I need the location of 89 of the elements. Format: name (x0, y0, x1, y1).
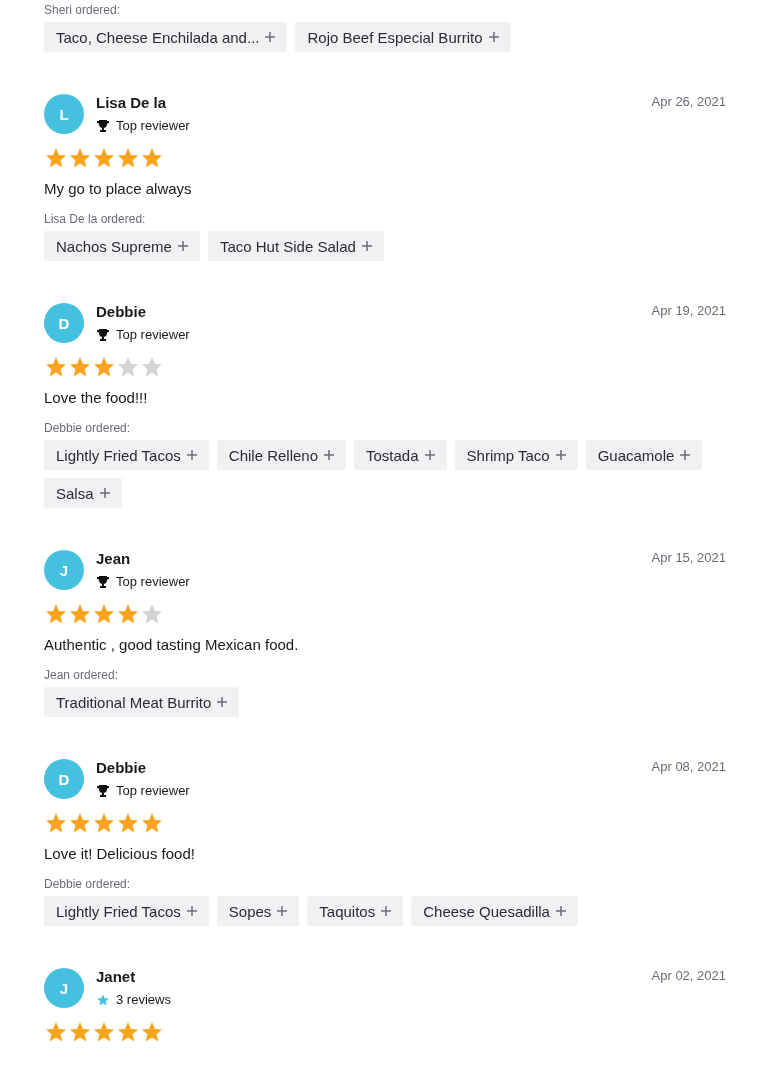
star-icon (92, 811, 116, 835)
star-icon (116, 355, 140, 379)
reviewer-status-label: Top reviewer (116, 574, 190, 589)
star-icon (140, 146, 164, 170)
reviewer-status-label: Top reviewer (116, 327, 190, 342)
review-text: Love it! Delicious food! (44, 845, 196, 862)
reviewer-name: Debbie (96, 759, 147, 777)
menu-item-chip[interactable]: Tostada (354, 440, 447, 470)
menu-item-chip[interactable]: Guacamole (585, 440, 703, 470)
plus-icon (99, 488, 110, 498)
menu-item-chip[interactable]: Chile Relleno (216, 440, 346, 470)
plus-icon (186, 450, 197, 460)
star-icon (68, 355, 92, 379)
avatar: L (44, 94, 84, 134)
star-icon (44, 1020, 68, 1044)
menu-item-chip[interactable]: Nachos Supreme (44, 231, 200, 261)
avatar: D (44, 759, 84, 799)
plus-icon (381, 906, 392, 916)
star-icon (44, 602, 68, 626)
plus-icon (217, 697, 228, 707)
review-date: Apr 26, 2021 (651, 94, 726, 109)
plus-icon (680, 450, 691, 460)
menu-item-chip[interactable]: Shrimp Taco (454, 440, 578, 470)
menu-item-chip[interactable]: Sopes (216, 896, 300, 926)
ordered-label: Debbie ordered: (44, 420, 131, 436)
plus-icon (361, 241, 372, 251)
review-date: Apr 15, 2021 (651, 550, 726, 565)
star-icon (44, 811, 68, 835)
star-icon (116, 1020, 140, 1044)
review-text: Love the food!!! (44, 389, 149, 406)
plus-icon (488, 32, 499, 42)
reviewer-status-label: 3 reviews (116, 992, 171, 1007)
plus-icon (324, 450, 334, 460)
star-icon (140, 811, 164, 835)
menu-item-chip[interactable]: Taco Hut Side Salad (207, 231, 384, 261)
reviewer-name: Debbie (96, 303, 147, 321)
plus-icon (277, 906, 288, 916)
review-text: My go to place always (44, 180, 193, 197)
plus-icon (555, 450, 566, 460)
reviewer-name: Jean (96, 550, 132, 568)
avatar: J (44, 968, 84, 1008)
trophy-icon (96, 327, 110, 342)
review-date: Apr 08, 2021 (651, 759, 726, 774)
menu-item-chip[interactable]: Rojo Beef Especial Burrito (295, 22, 511, 52)
star-icon (116, 811, 140, 835)
menu-item-chip[interactable]: Traditional Meat Burrito (44, 687, 240, 717)
star-icon (44, 355, 68, 379)
menu-item-chip[interactable]: Lightly Fried Tacos (44, 440, 209, 470)
avatar: D (44, 303, 84, 343)
reviewer-status-label: Top reviewer (116, 118, 190, 133)
avatar: J (44, 550, 84, 590)
star-icon (140, 602, 164, 626)
star-icon (92, 146, 116, 170)
reviewer-name: Janet (96, 968, 137, 986)
star-icon (92, 1020, 116, 1044)
menu-item-chip[interactable]: Lightly Fried Tacos (44, 896, 209, 926)
ordered-label: Jean ordered: (44, 667, 119, 683)
star-icon (92, 602, 116, 626)
reviewer-name: Lisa De la (96, 94, 168, 112)
star-icon (116, 602, 140, 626)
star-icon (68, 602, 92, 626)
star-icon (140, 355, 164, 379)
review-date: Apr 02, 2021 (651, 968, 726, 983)
plus-icon (424, 450, 435, 460)
ordered-label: Debbie ordered: (44, 876, 131, 892)
menu-item-chip[interactable]: Taco, Cheese Enchilada and... (44, 22, 288, 52)
trophy-icon (96, 783, 110, 798)
ordered-label: Lisa De la ordered: (44, 211, 146, 227)
star-icon (140, 1020, 164, 1044)
plus-icon (177, 241, 188, 251)
star-icon (116, 146, 140, 170)
star-icon (44, 146, 68, 170)
trophy-icon (96, 574, 110, 589)
menu-item-chip[interactable]: Taquitos (307, 896, 404, 926)
star-icon (68, 811, 92, 835)
ordered-label: Sheri ordered: (44, 2, 121, 18)
menu-item-chip[interactable]: Salsa (44, 478, 122, 508)
review-date: Apr 19, 2021 (651, 303, 726, 318)
star-icon (96, 992, 110, 1007)
review-text: Authentic , good tasting Mexican food. (44, 636, 300, 653)
reviewer-status-label: Top reviewer (116, 783, 190, 798)
plus-icon (555, 906, 566, 916)
trophy-icon (96, 118, 110, 133)
star-icon (68, 1020, 92, 1044)
star-icon (92, 355, 116, 379)
star-icon (68, 146, 92, 170)
plus-icon (186, 906, 197, 916)
plus-icon (265, 32, 276, 42)
menu-item-chip[interactable]: Cheese Quesadilla (411, 896, 578, 926)
